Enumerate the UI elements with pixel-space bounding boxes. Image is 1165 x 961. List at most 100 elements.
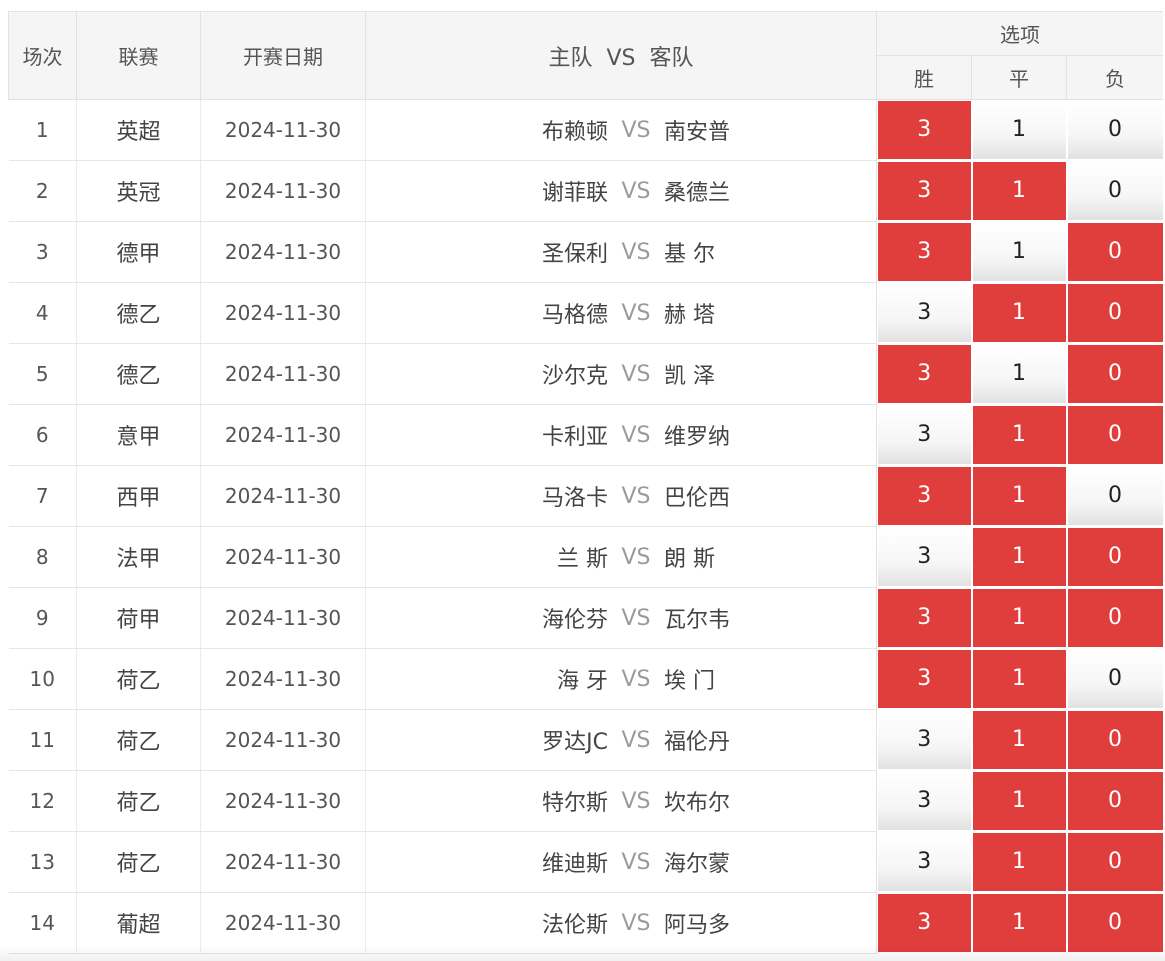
away-team: 维罗纳 [664,425,731,450]
option-draw-button[interactable]: 1 [972,467,1066,525]
option-win-button[interactable]: 3 [878,223,971,281]
option-draw-cell: 1 [971,526,1067,588]
header-league: 联赛 [76,11,201,100]
option-draw-button[interactable]: 1 [972,101,1066,159]
option-win-button[interactable]: 3 [878,467,971,525]
option-win-button[interactable]: 3 [878,589,971,647]
option-win-button[interactable]: 3 [878,406,971,464]
option-lose-button[interactable]: 0 [1067,284,1163,342]
match-league: 德甲 [76,221,201,283]
option-draw-button[interactable]: 1 [972,528,1066,586]
option-draw-button[interactable]: 1 [972,711,1066,769]
table-row: 11 荷乙 2024-11-30 罗达JC VS 福伦丹 3 1 0 [8,709,1163,771]
match-selection-table: 场次 联赛 开赛日期 主队 VS 客队 选项 胜 平 负 1 英超 2024-11-… [8,11,1163,954]
option-win-button[interactable]: 3 [878,162,971,220]
option-win-cell: 3 [876,404,972,466]
header-match: 主队 VS 客队 [365,11,877,100]
table-row: 6 意甲 2024-11-30 卡利亚 VS 维罗纳 3 1 0 [8,404,1163,466]
match-league: 荷甲 [76,587,201,649]
option-win-button[interactable]: 3 [878,894,971,952]
option-draw-cell: 1 [971,465,1067,527]
option-draw-button[interactable]: 1 [972,406,1066,464]
home-team: 马格德 [541,303,608,328]
option-lose-cell: 0 [1066,160,1163,222]
option-draw-cell: 1 [971,343,1067,405]
table-row: 10 荷乙 2024-11-30 海 牙 VS 埃 门 3 1 0 [8,648,1163,710]
header-win: 胜 [876,55,972,100]
away-team: 坎布尔 [664,791,731,816]
table-row: 13 荷乙 2024-11-30 维迪斯 VS 海尔蒙 3 1 0 [8,831,1163,893]
option-draw-cell: 1 [971,404,1067,466]
home-team: 海 牙 [557,669,608,694]
option-draw-button[interactable]: 1 [972,772,1066,830]
home-team: 谢菲联 [541,181,608,206]
table-header: 场次 联赛 开赛日期 主队 VS 客队 选项 胜 平 负 [8,11,1163,100]
option-lose-button[interactable]: 0 [1067,772,1163,830]
option-draw-button[interactable]: 1 [972,162,1066,220]
match-date: 2024-11-30 [200,404,366,466]
match-date: 2024-11-30 [200,770,366,832]
match-date: 2024-11-30 [200,526,366,588]
option-lose-button[interactable]: 0 [1067,223,1163,281]
option-win-button[interactable]: 3 [878,345,971,403]
option-lose-button[interactable]: 0 [1067,528,1163,586]
option-lose-button[interactable]: 0 [1067,406,1163,464]
match-league: 德乙 [76,343,201,405]
home-team: 沙尔克 [541,364,608,389]
option-lose-button[interactable]: 0 [1067,894,1163,952]
option-lose-cell: 0 [1066,282,1163,344]
option-lose-button[interactable]: 0 [1067,833,1163,891]
table-row: 5 德乙 2024-11-30 沙尔克 VS 凯 泽 3 1 0 [8,343,1163,405]
table-row: 7 西甲 2024-11-30 马洛卡 VS 巴伦西 3 1 0 [8,465,1163,527]
option-draw-button[interactable]: 1 [972,589,1066,647]
option-lose-cell: 0 [1066,526,1163,588]
match-league: 西甲 [76,465,201,527]
option-win-button[interactable]: 3 [878,284,971,342]
option-win-cell: 3 [876,99,972,161]
option-win-button[interactable]: 3 [878,772,971,830]
option-lose-button[interactable]: 0 [1067,467,1163,525]
option-lose-cell: 0 [1066,343,1163,405]
option-draw-button[interactable]: 1 [972,345,1066,403]
match-league: 英超 [76,99,201,161]
header-vs: VS [606,45,636,71]
option-draw-button[interactable]: 1 [972,650,1066,708]
option-win-button[interactable]: 3 [878,101,971,159]
option-lose-button[interactable]: 0 [1067,345,1163,403]
option-lose-button[interactable]: 0 [1067,162,1163,220]
option-draw-button[interactable]: 1 [972,284,1066,342]
table-row: 9 荷甲 2024-11-30 海伦芬 VS 瓦尔韦 3 1 0 [8,587,1163,649]
option-win-button[interactable]: 3 [878,650,971,708]
option-lose-button[interactable]: 0 [1067,101,1163,159]
option-lose-button[interactable]: 0 [1067,711,1163,769]
option-lose-button[interactable]: 0 [1067,589,1163,647]
option-lose-cell: 0 [1066,770,1163,832]
away-team: 凯 泽 [664,364,715,389]
option-win-cell: 3 [876,221,972,283]
option-draw-cell: 1 [971,282,1067,344]
match-league: 荷乙 [76,648,201,710]
vs-label: VS [621,178,651,204]
header-lose: 负 [1065,55,1163,100]
header-options: 选项 [875,11,1163,56]
option-draw-button[interactable]: 1 [972,833,1066,891]
option-win-button[interactable]: 3 [878,833,971,891]
home-team: 特尔斯 [541,791,608,816]
option-win-button[interactable]: 3 [878,528,971,586]
option-lose-cell: 0 [1066,831,1163,893]
option-win-button[interactable]: 3 [878,711,971,769]
match-index: 11 [8,709,77,771]
match-league: 荷乙 [76,831,201,893]
home-team: 卡利亚 [541,425,608,450]
match-date: 2024-11-30 [200,221,366,283]
home-team: 马洛卡 [541,486,608,511]
option-draw-button[interactable]: 1 [972,223,1066,281]
option-draw-cell: 1 [971,99,1067,161]
home-team: 法伦斯 [541,913,608,938]
option-draw-button[interactable]: 1 [972,894,1066,952]
match-teams: 兰 斯 VS 朗 斯 [365,526,877,588]
option-draw-cell: 1 [971,770,1067,832]
option-draw-cell: 1 [971,160,1067,222]
option-lose-button[interactable]: 0 [1067,650,1163,708]
match-index: 1 [8,99,77,161]
